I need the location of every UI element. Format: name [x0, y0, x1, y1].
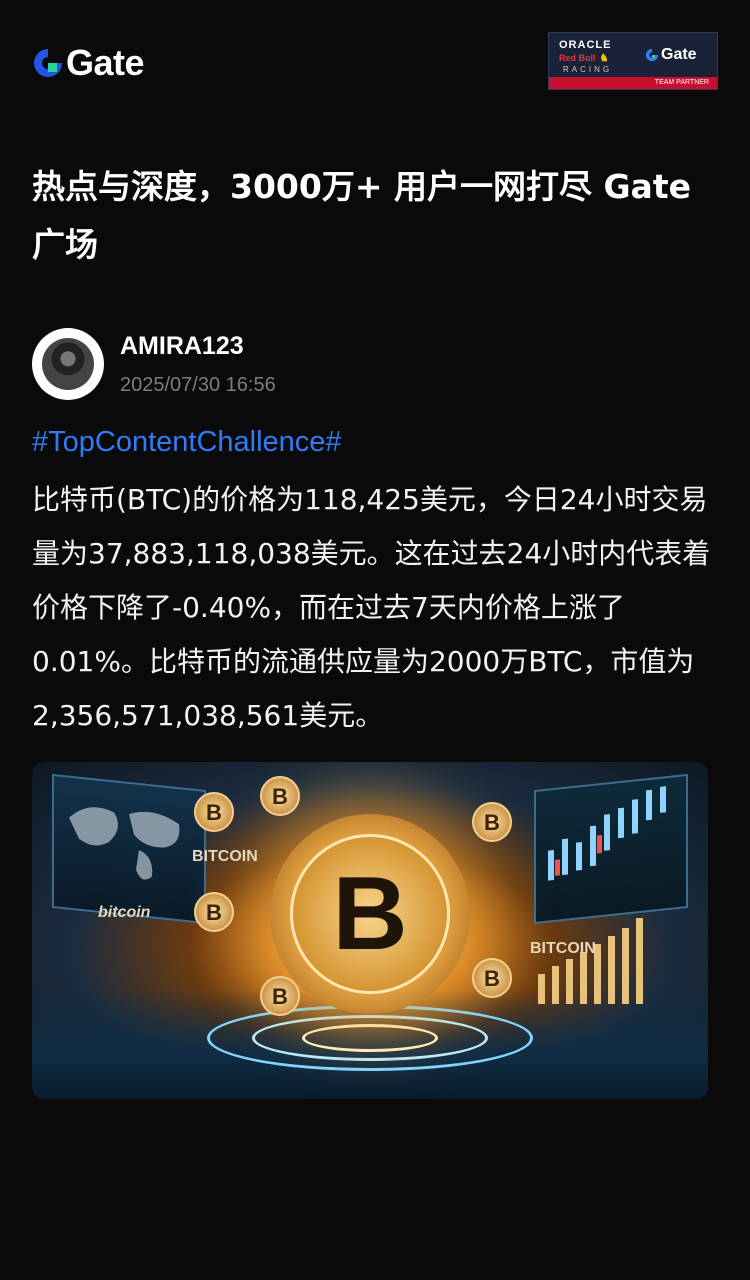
hashtag-link[interactable]: #TopContentChallence#: [32, 426, 342, 459]
team-partner-label: TEAM PARTNER: [549, 77, 717, 89]
badge-gate-logo: Gate: [645, 46, 697, 64]
racing-text: RACING: [563, 65, 613, 74]
page-headline: 热点与深度，3000万+ 用户一网打尽 Gate 广场: [32, 167, 691, 264]
image-label: BITCOIN: [192, 848, 258, 865]
bar: [580, 952, 587, 1004]
glow-ring-inner: [302, 1024, 438, 1053]
small-bitcoin-icon: B: [194, 892, 234, 932]
small-bitcoin-icon: B: [194, 792, 234, 832]
redbull-label: Red Bull: [559, 53, 596, 63]
world-map-graphic: [69, 807, 180, 880]
app-header: Gate ORACLE Red Bull ♞ RACING Gate TEAM P…: [32, 32, 718, 98]
small-bitcoin-icon: B: [472, 802, 512, 842]
avatar-photo: [42, 338, 94, 390]
badge-gate-icon: [645, 48, 659, 62]
bar: [608, 936, 615, 1004]
post-author: AMIRA123 2025/07/30 16:56: [32, 328, 718, 404]
image-label: bitcoin: [98, 904, 151, 921]
image-label: BITCOIN: [530, 940, 596, 957]
bitcoin-symbol: B: [332, 855, 408, 972]
bar: [636, 918, 643, 1004]
bar: [552, 966, 559, 1004]
gate-logo[interactable]: Gate: [32, 42, 145, 84]
bitcoin-coin-icon: B: [270, 813, 470, 1014]
avatar[interactable]: [32, 328, 104, 400]
right-screen: [534, 773, 688, 925]
author-name[interactable]: AMIRA123: [120, 332, 244, 361]
gate-logo-icon: [34, 49, 62, 77]
candlestick-chart-graphic: [548, 786, 666, 881]
post-body: 比特币(BTC)的价格为118,425美元，今日24小时交易量为37,883,1…: [32, 483, 711, 732]
small-bitcoin-icon: B: [260, 976, 300, 1016]
coin-face: B: [290, 833, 450, 994]
left-screen: [52, 773, 206, 925]
team-partner-badge: ORACLE Red Bull ♞ RACING Gate TEAM PARTNE…: [548, 32, 718, 90]
redbull-text: Red Bull ♞: [559, 53, 608, 64]
bar: [622, 928, 629, 1004]
post-image[interactable]: B B B B B B B BITCOIN bitcoin BITCOIN: [32, 762, 708, 1099]
badge-brand-label: Gate: [661, 46, 697, 63]
oracle-text: ORACLE: [559, 39, 612, 51]
post-timestamp: 2025/07/30 16:56: [120, 374, 276, 396]
brand-name: Gate: [66, 42, 145, 83]
bar: [566, 959, 573, 1004]
bar: [538, 974, 545, 1004]
small-bitcoin-icon: B: [472, 958, 512, 998]
bar-chart-right: [538, 914, 668, 1004]
bull-icon: ♞: [599, 53, 609, 64]
small-bitcoin-icon: B: [260, 776, 300, 816]
